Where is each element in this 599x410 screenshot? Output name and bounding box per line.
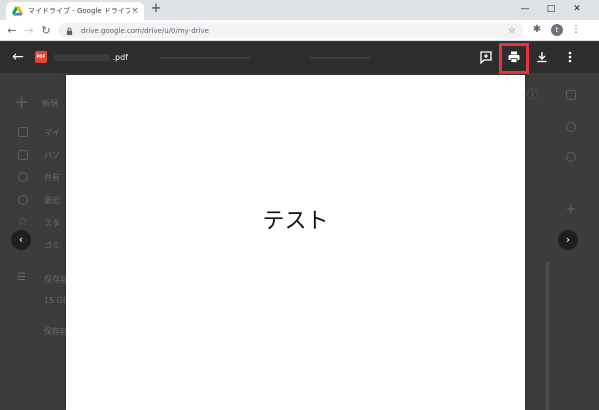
more-options-icon[interactable] [560, 47, 580, 67]
tasks-icon [566, 152, 576, 162]
close-viewer-back-icon[interactable]: ← [10, 49, 26, 65]
buy-storage-label: 保存容 [44, 327, 68, 336]
calendar-icon [566, 90, 576, 100]
browser-forward-icon[interactable]: → [21, 20, 37, 41]
download-icon[interactable] [532, 47, 552, 67]
browser-back-icon[interactable]: ← [4, 20, 20, 41]
plus-icon: + [14, 92, 30, 113]
document-text: テスト [262, 209, 329, 234]
ghost-search [310, 57, 370, 59]
tab-close-icon[interactable]: × [130, 6, 140, 16]
extensions-puzzle-icon[interactable]: ✱ [531, 24, 543, 36]
browser-toolbar: ← → ↻ drive.google.com/drive/u/0/my-driv… [0, 20, 599, 41]
reload-icon[interactable]: ↻ [38, 20, 54, 41]
starred-icon: ☆ [17, 214, 28, 228]
sidebar-item: 最近 [44, 196, 60, 205]
browser-tab[interactable]: マイドライブ - Google ドライブ × [6, 2, 144, 20]
profile-avatar[interactable]: t [551, 24, 563, 36]
window-close-icon[interactable]: ✕ [566, 0, 588, 18]
sidebar-item: ゴミ [44, 241, 60, 250]
browser-tabstrip: マイドライブ - Google ドライブ × + — □ ✕ [0, 0, 599, 20]
google-drive-icon [12, 6, 23, 16]
sidebar-item: 共有 [44, 173, 60, 182]
my-drive-icon [18, 127, 28, 137]
print-button-highlight [499, 43, 529, 74]
new-button-label: 新規 [42, 99, 58, 108]
storage-icon: ☰ [17, 272, 26, 283]
sidebar-item: マイ [44, 128, 60, 137]
storage-label: 保存容 [44, 275, 68, 284]
scrollbar[interactable] [546, 262, 549, 410]
sidebar-item: パソ [44, 151, 60, 160]
shared-icon [18, 172, 28, 182]
minimize-icon[interactable]: — [514, 0, 536, 18]
pdf-file-icon: PDF [35, 51, 47, 63]
keep-icon [566, 122, 576, 132]
address-bar[interactable]: drive.google.com/drive/u/0/my-drive ☆ [58, 23, 524, 38]
tab-title: マイドライブ - Google ドライブ [28, 7, 130, 15]
next-file-chevron-right-icon[interactable]: › [558, 230, 578, 250]
lock-icon [66, 27, 73, 35]
previous-file-chevron-left-icon[interactable]: ‹ [11, 230, 31, 250]
computer-icon [18, 150, 28, 160]
bookmark-star-icon[interactable]: ☆ [508, 26, 516, 36]
recent-clock-icon [18, 195, 28, 205]
sidebar-item: スタ [44, 219, 60, 228]
add-addon-icon: + [566, 202, 577, 216]
url-text: drive.google.com/drive/u/0/my-drive [81, 26, 209, 35]
maximize-icon[interactable]: □ [540, 0, 562, 18]
info-icon: ⓘ [527, 88, 538, 101]
chrome-menu-icon[interactable]: ⋮ [571, 24, 581, 37]
add-comment-icon[interactable] [476, 47, 496, 67]
storage-usage: 15 GB [44, 296, 69, 305]
new-tab-button[interactable]: + [149, 2, 163, 16]
ghost-toolbar [160, 57, 250, 59]
file-name: .pdf [112, 53, 128, 62]
pdf-page: テスト [66, 75, 525, 410]
